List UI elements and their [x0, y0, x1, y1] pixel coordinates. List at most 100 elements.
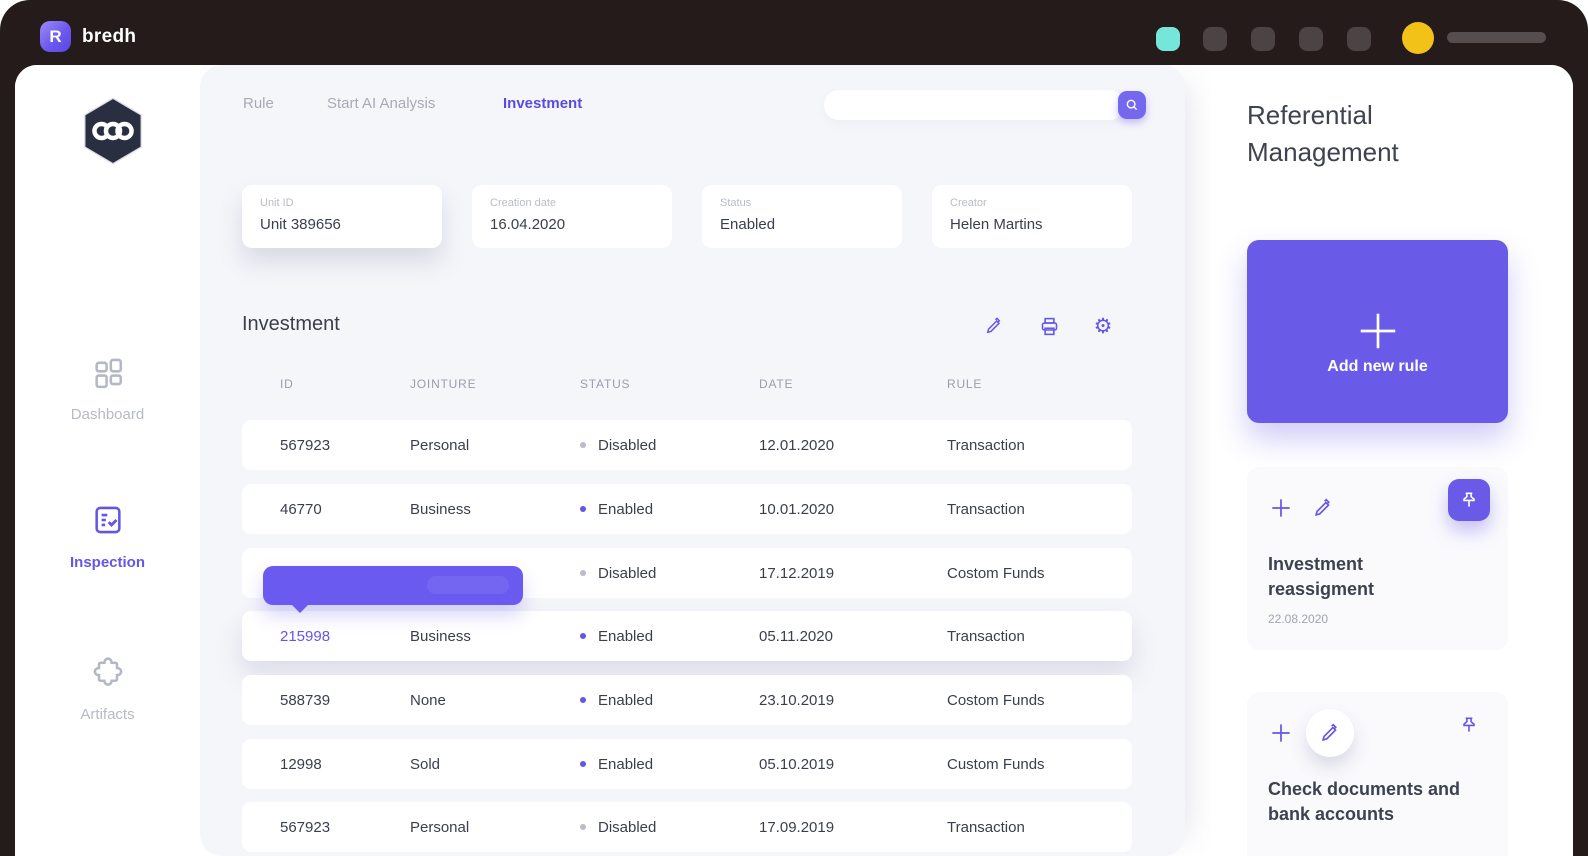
status-dot: [580, 570, 586, 576]
sidebar-item-label: Artifacts: [15, 706, 200, 723]
cell-date: 17.09.2019: [759, 819, 947, 836]
sidebar-item-artifacts[interactable]: Artifacts: [15, 653, 200, 723]
printer-icon[interactable]: [1038, 315, 1060, 337]
tab-start-ai-analysis[interactable]: Start AI Analysis: [327, 95, 455, 112]
table-row[interactable]: 12998 Sold Enabled 05.10.2019 Custom Fun…: [242, 739, 1132, 789]
sidebar: Dashboard Inspection A: [15, 65, 200, 856]
info-card-unit-id: Unit ID Unit 389656: [242, 185, 442, 248]
pencil-icon[interactable]: [1312, 497, 1334, 519]
window-control-2[interactable]: [1251, 27, 1275, 51]
info-card-value: Helen Martins: [950, 216, 1114, 233]
pencil-icon[interactable]: [1306, 709, 1354, 757]
column-header-status: STATUS: [580, 377, 759, 391]
topbar: R bredh: [0, 0, 1588, 65]
status-dot: [580, 697, 586, 703]
gear-icon[interactable]: ⚙: [1092, 315, 1114, 337]
table-row[interactable]: 215998 Business Enabled 05.11.2020 Trans…: [242, 611, 1132, 661]
cell-status: Disabled: [580, 565, 759, 582]
window-control-account[interactable]: [1402, 22, 1434, 54]
status-dot: [580, 506, 586, 512]
referential-panel: Referential Management Add new rule: [1210, 65, 1573, 856]
brand-logo-icon: R: [40, 21, 71, 52]
add-new-rule-label: Add new rule: [1247, 358, 1508, 376]
tooltip-highlight: [427, 576, 509, 594]
info-card-label: Creator: [950, 197, 1114, 209]
inspection-checklist-icon: [91, 503, 125, 537]
cell-id: 567923: [242, 437, 410, 454]
table-row[interactable]: 567923 Personal Disabled 12.01.2020 Tran…: [242, 420, 1132, 470]
rule-card-investment-reassigment[interactable]: Investment reassigment 22.08.2020: [1247, 467, 1508, 650]
cell-date: 12.01.2020: [759, 437, 947, 454]
pin-button[interactable]: [1448, 704, 1490, 746]
window-control-1[interactable]: [1203, 27, 1227, 51]
pin-button[interactable]: [1448, 479, 1490, 521]
pencil-icon[interactable]: [983, 315, 1005, 337]
rule-card-check-documents[interactable]: Check documents and bank accounts: [1247, 692, 1508, 856]
cell-rule: Transaction: [947, 501, 1132, 518]
cell-rule: Transaction: [947, 628, 1132, 645]
cell-id: 12998: [242, 756, 410, 773]
plus-icon[interactable]: [1268, 720, 1294, 746]
status-dot: [580, 633, 586, 639]
table-row[interactable]: 567923 Personal Disabled 17.09.2019 Tran…: [242, 802, 1132, 852]
table-row[interactable]: 588739 None Enabled 23.10.2019 Costom Fu…: [242, 675, 1132, 725]
cell-date: 17.12.2019: [759, 565, 947, 582]
info-card-label: Unit ID: [260, 197, 424, 209]
search-button[interactable]: [1118, 91, 1146, 119]
cell-jointure: None: [410, 692, 580, 709]
window-control-3[interactable]: [1299, 27, 1323, 51]
cell-status: Enabled: [580, 692, 759, 709]
rule-card-date: 22.08.2020: [1268, 612, 1487, 626]
tab-rule[interactable]: Rule: [243, 95, 279, 112]
column-header-rule: RULE: [947, 377, 1132, 391]
puzzle-icon: [90, 653, 126, 689]
sidebar-item-label: Inspection: [15, 554, 200, 571]
cell-rule: Costom Funds: [947, 692, 1132, 709]
cell-status: Disabled: [580, 819, 759, 836]
cell-id-link[interactable]: 215998: [242, 628, 410, 645]
cell-id: 588739: [242, 692, 410, 709]
cell-jointure: Business: [410, 501, 580, 518]
cell-rule: Custom Funds: [947, 756, 1132, 773]
window-control-4[interactable]: [1347, 27, 1371, 51]
cell-date: 10.01.2020: [759, 501, 947, 518]
cell-status: Disabled: [580, 437, 759, 454]
cell-status: Enabled: [580, 628, 759, 645]
main-content-panel: Rule Start AI Analysis Investment Unit I…: [200, 65, 1185, 856]
rule-card-title: Investment reassigment: [1268, 552, 1418, 602]
cell-jointure: Personal: [410, 437, 580, 454]
sidebar-item-label: Dashboard: [15, 406, 200, 423]
window-frame: R bredh: [0, 0, 1588, 856]
cell-id: 46770: [242, 501, 410, 518]
company-hexagon-logo: [81, 97, 145, 165]
column-header-jointure: JOINTURE: [410, 377, 580, 391]
status-dot: [580, 761, 586, 767]
info-card-value: Enabled: [720, 216, 884, 233]
pin-icon: [1459, 490, 1479, 510]
tab-bar: Rule Start AI Analysis Investment: [243, 95, 582, 112]
window-control-teal[interactable]: [1156, 27, 1180, 51]
tab-investment[interactable]: Investment: [503, 95, 582, 112]
plus-icon[interactable]: [1268, 495, 1294, 521]
status-dot: [580, 442, 586, 448]
search-input[interactable]: [824, 90, 1124, 120]
brand-name: bredh: [82, 26, 136, 48]
app-surface: Dashboard Inspection A: [15, 65, 1573, 856]
table-header: ID JOINTURE STATUS DATE RULE: [242, 377, 1132, 391]
column-header-date: DATE: [759, 377, 947, 391]
plus-icon: [1355, 308, 1401, 354]
pin-icon: [1459, 715, 1479, 735]
cell-rule: Costom Funds: [947, 565, 1132, 582]
sidebar-item-dashboard[interactable]: Dashboard: [15, 355, 200, 423]
window-control-bar[interactable]: [1447, 32, 1546, 43]
sidebar-item-inspection[interactable]: Inspection: [15, 503, 200, 571]
cell-jointure: Personal: [410, 819, 580, 836]
info-card-status: Status Enabled: [702, 185, 902, 248]
dashboard-grid-icon: [91, 355, 125, 389]
search-icon: [1125, 98, 1139, 112]
status-dot: [580, 824, 586, 830]
section-title: Investment: [242, 313, 340, 336]
add-new-rule-button[interactable]: Add new rule: [1247, 240, 1508, 423]
rule-card-title: Check documents and bank accounts: [1268, 777, 1487, 827]
table-row[interactable]: 46770 Business Enabled 10.01.2020 Transa…: [242, 484, 1132, 534]
